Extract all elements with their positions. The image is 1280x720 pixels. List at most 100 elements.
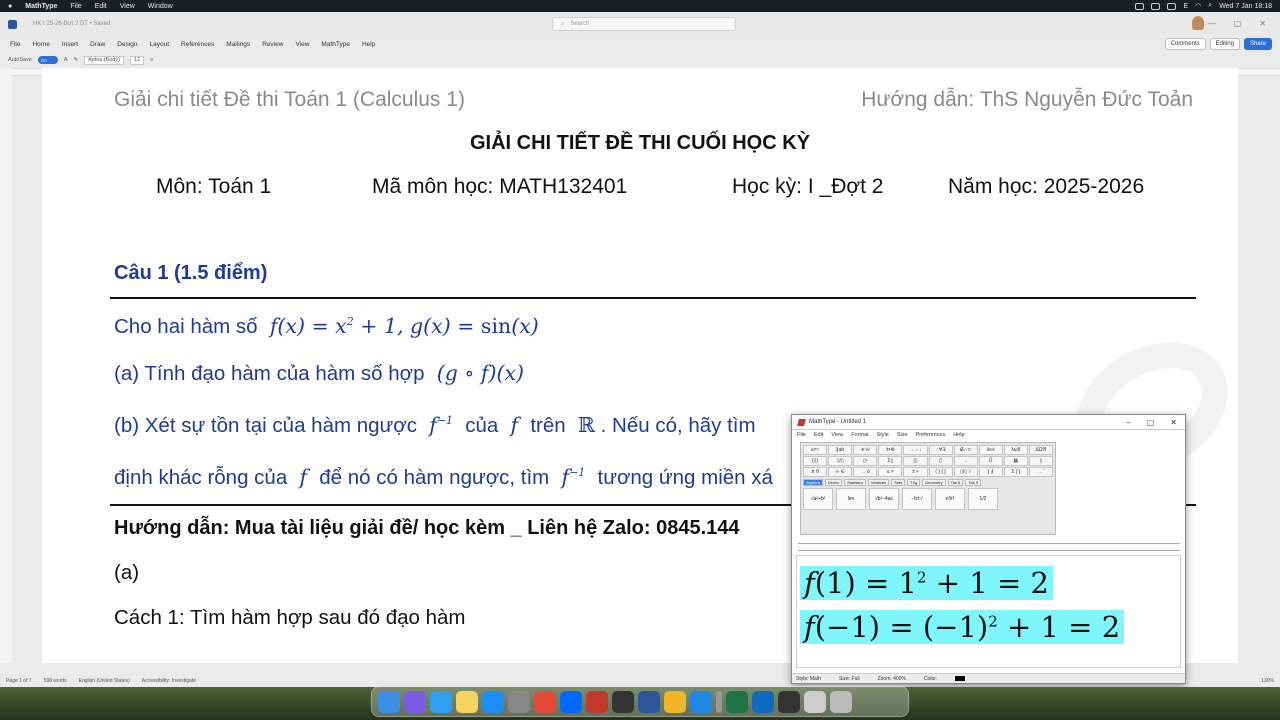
finder-icon[interactable] [378, 690, 400, 713]
int-button[interactable]: ∫ ∮ [978, 467, 1003, 477]
misc-palette-button[interactable]: ∂∞ℓ [978, 445, 1003, 455]
relations-palette-button[interactable]: ≤≠≈ [803, 445, 828, 455]
template-limit[interactable]: lim [836, 488, 866, 510]
status-icon[interactable] [1135, 2, 1145, 10]
tab-geometry[interactable]: Geometry [922, 479, 946, 486]
safari-icon[interactable] [430, 690, 452, 713]
embellish-palette-button[interactable]: ∗∓∕ [853, 445, 878, 455]
tab-8[interactable]: Tab 8 [947, 479, 964, 486]
font-family-select[interactable]: Aptos (Body) [84, 55, 124, 65]
quicktime-icon[interactable] [690, 690, 712, 713]
bar-palette-button[interactable]: ▯̄ [928, 456, 953, 466]
greek-lower-palette-button[interactable]: λωθ [1003, 445, 1028, 455]
editing-button[interactable]: Editing [1209, 38, 1240, 50]
menu-edit[interactable]: Edit [95, 3, 107, 10]
label-arrow-palette-button[interactable]: → [953, 456, 978, 466]
tab-9[interactable]: Tab 9 [965, 479, 982, 486]
tab-view[interactable]: View [295, 41, 309, 48]
word-icon[interactable] [638, 690, 660, 713]
template-combination[interactable]: n!/r! [935, 488, 965, 510]
outlook-icon[interactable] [752, 690, 774, 713]
avatar[interactable] [1192, 16, 1204, 30]
greek-upper-palette-button[interactable]: ΔΩΘ [1028, 445, 1053, 455]
tab-design[interactable]: Design [117, 41, 137, 48]
color-status[interactable]: Color: [924, 676, 937, 682]
tab-trig[interactable]: Trig [907, 479, 921, 486]
status-icon[interactable] [1151, 2, 1161, 10]
color-swatch[interactable] [955, 676, 966, 681]
equation-editor[interactable]: f(1) = 12 + 1 = 2 f(−1) = (−1)2 + 1 = 2 [796, 555, 1181, 668]
sum-button[interactable]: Σ ∏ [1003, 467, 1028, 477]
screen-icon[interactable] [778, 690, 800, 713]
mt-menu-file[interactable]: File [797, 432, 806, 438]
calculator-icon[interactable] [612, 690, 634, 713]
sets-palette-button[interactable]: ∉∩⊂ [953, 445, 978, 455]
template-quadratic[interactable]: −b±√ [902, 488, 932, 510]
mt-menu-edit[interactable]: Edit [814, 432, 823, 438]
menu-app-name[interactable]: MathType [25, 3, 57, 10]
wifi-icon[interactable]: ◠ [1195, 2, 1201, 10]
mathtype-icon[interactable] [586, 690, 608, 713]
excel-icon[interactable] [726, 690, 748, 713]
app-store-icon[interactable] [482, 690, 504, 713]
mt-menu-size[interactable]: Size [897, 432, 908, 438]
page-count[interactable]: Page 1 of 7 [6, 678, 32, 684]
tab-sets[interactable]: Sets [891, 479, 906, 486]
menu-window[interactable]: Window [148, 3, 173, 10]
mt-menu-help[interactable]: Help [953, 432, 964, 438]
maximize-icon[interactable]: ▢ [1234, 19, 1242, 28]
tab-layout[interactable]: Layout [150, 41, 170, 48]
paren-button[interactable]: ( ) [ ] [928, 467, 953, 477]
line-spacing-icon[interactable]: ≡ [150, 57, 153, 63]
tab-references[interactable]: References [181, 41, 214, 48]
tab-insert[interactable]: Insert [62, 41, 78, 48]
mt-menu-view[interactable]: View [831, 432, 843, 438]
vec-button[interactable]: → ̄ [1028, 467, 1053, 477]
product-palette-button[interactable]: Ů [978, 456, 1003, 466]
trash-icon[interactable] [830, 690, 852, 713]
tab-matrices[interactable]: Matrices [868, 479, 890, 486]
folder-icon[interactable] [664, 690, 686, 713]
minimize-icon[interactable]: — [1208, 19, 1216, 28]
tab-file[interactable]: File [10, 41, 20, 48]
mathtype-ruler[interactable] [798, 543, 1180, 551]
logic-palette-button[interactable]: ∴∀∃ [928, 445, 953, 455]
template-sqrt[interactable]: √b²−4ac [869, 488, 899, 510]
infinity-button[interactable]: ∞ ∈ [828, 467, 853, 477]
close-icon[interactable]: ✕ [1170, 418, 1177, 427]
documents-icon[interactable] [804, 690, 826, 713]
tab-review[interactable]: Review [262, 41, 283, 48]
tab-draw[interactable]: Draw [90, 41, 105, 48]
minimize-icon[interactable]: – [1126, 418, 1130, 427]
input-source[interactable]: E [1183, 3, 1188, 10]
close-icon[interactable]: ✕ [1259, 19, 1266, 28]
menu-file[interactable]: File [70, 3, 81, 10]
search-input[interactable]: ⌕ Search [552, 17, 736, 31]
script-palette-button[interactable]: ▯ⁿ [853, 456, 878, 466]
tab-statistics[interactable]: Statistics [844, 479, 867, 486]
style-status[interactable]: Style: Math [796, 676, 821, 682]
sum-palette-button[interactable]: Σ▯ [878, 456, 903, 466]
tab-mathtype[interactable]: MathType [321, 41, 350, 48]
tab-help[interactable]: Help [362, 41, 375, 48]
pi-button[interactable]: π θ [803, 467, 828, 477]
size-status[interactable]: Size: Full [839, 676, 860, 682]
zoom-level[interactable]: 130% [1261, 678, 1274, 684]
box-palette-button[interactable]: ▯ [1028, 456, 1053, 466]
notes-icon[interactable] [456, 690, 478, 713]
language[interactable]: English (United States) [79, 678, 130, 684]
template-half[interactable]: 1/2 [968, 488, 998, 510]
settings-icon[interactable] [508, 690, 530, 713]
pm-button[interactable]: ± ÷ [903, 467, 928, 477]
mt-menu-format[interactable]: Format [851, 432, 868, 438]
spaces-palette-button[interactable]: ∦ab [828, 445, 853, 455]
chrome-icon[interactable] [534, 690, 556, 713]
operators-palette-button[interactable]: ±•⊗ [878, 445, 903, 455]
fence-palette-button[interactable]: (▯) [803, 456, 828, 466]
tab-derivs[interactable]: Derivs [824, 479, 843, 486]
highlight-icon[interactable]: ✎ [74, 57, 79, 63]
document-title[interactable]: HK I 25-26 Đợt 2 DT • Saved [33, 21, 110, 27]
battery-icon[interactable] [1167, 2, 1177, 10]
fraction-palette-button[interactable]: ▯/▯ [828, 456, 853, 466]
leq-button[interactable]: ≤ ≠ [878, 467, 903, 477]
